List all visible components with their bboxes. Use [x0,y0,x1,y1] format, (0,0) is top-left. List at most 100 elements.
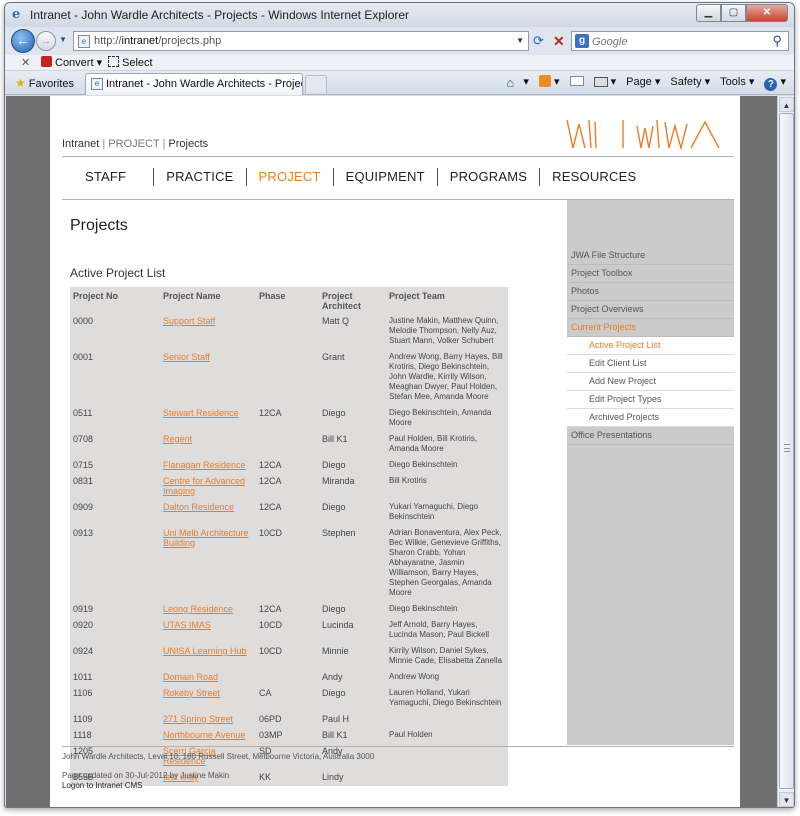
team-cell [386,770,508,786]
nav-item-practice[interactable]: PRACTICE [154,168,247,186]
tools-menu[interactable]: Tools ▾ [720,75,754,91]
maximize-button[interactable]: ▢ [721,4,746,22]
project-name-link[interactable]: Flanagan Residence [160,458,256,474]
select-button[interactable]: Select [108,56,153,69]
sidebar-item-current-projects[interactable]: Current Projects [567,319,734,337]
back-arrow-icon[interactable]: ← [11,29,35,53]
architect-cell: Bill K1 [322,730,348,740]
sidebar-item-archived-projects[interactable]: Archived Projects [567,409,734,427]
table-row: 0831 Centre for Advanced Imaging 12CA Miran… [70,474,508,500]
sidebar-item-jwa-file-structure[interactable]: JWA File Structure [567,247,734,265]
close-toolbar-icon[interactable]: ✕ [21,56,30,69]
project-name-link[interactable]: Leong Residence [160,602,256,618]
phase-cell: 12CA [259,408,282,418]
new-tab-button[interactable] [305,75,327,93]
project-name-link[interactable]: Uni Melb Architecture Building [160,526,256,602]
project-name-link[interactable]: Rokeby Street [160,686,256,712]
close-button[interactable]: ✕ [746,4,788,22]
help-icon: ? [764,78,778,91]
table-row: 0913 Uni Melb Architecture Building 10CD St… [70,526,508,602]
project-name-link[interactable]: 271 Spring Street [160,712,256,728]
nav-item-resources[interactable]: RESOURCES [540,168,648,186]
architect-cell: Minnie [322,646,349,656]
project-name-link[interactable]: UNISA Learning Hub [160,644,256,670]
project-name-link[interactable]: Northbourne Avenue [160,728,256,744]
project-no-cell: 0715 [73,460,94,470]
page-icon: e [78,35,90,48]
help-button[interactable]: ? ▾ [764,75,786,91]
nav-item-project[interactable]: PROJECT [247,168,334,186]
mail-button[interactable] [569,75,584,91]
page-menu[interactable]: Page ▾ [626,75,660,91]
sidebar-item-edit-project-types[interactable]: Edit Project Types [567,391,734,409]
scroll-thumb[interactable] [779,113,794,789]
team-cell: Justine Makin, Matthew Quinn, Melodie Th… [389,316,499,345]
tab-current[interactable]: e Intranet - John Wardle Architects - Pr… [85,73,303,95]
phase-cell: CA [259,688,272,698]
feeds-button[interactable]: ▾ [538,75,560,91]
nav-item-programs[interactable]: PROGRAMS [438,168,541,186]
select-icon [108,56,119,67]
page-icon: e [91,78,103,90]
safety-menu[interactable]: Safety ▾ [670,75,710,91]
convert-button[interactable]: Convert ▾ [41,56,102,69]
project-name-link[interactable]: Support Staff [160,314,256,350]
project-name-link[interactable]: Dalton Residence [160,500,256,526]
table-row: 0909 Dalton Residence 12CA Diego Yukari Yama… [70,500,508,526]
breadcrumb-home[interactable]: Intranet [62,138,99,150]
search-box[interactable]: g ⚲ [571,31,789,51]
sidebar-item-office-presentations[interactable]: Office Presentations [567,427,734,445]
project-no-cell: 0919 [73,604,94,614]
sidebar-item-active-project-list[interactable]: Active Project List [567,337,734,355]
url-text[interactable]: http://intranet/projects.php [94,35,221,47]
main-nav: STAFF PRACTICE PROJECT EQUIPMENT PROGRAM… [62,168,648,186]
url-dropdown-chevron-icon[interactable]: ▼ [516,36,524,45]
search-icon[interactable]: ⚲ [772,33,782,49]
vertical-scrollbar[interactable]: ▲ ▼ [777,96,794,807]
project-name-link[interactable]: Regent [160,432,256,458]
project-name-link[interactable]: Centre for Advanced Imaging [160,474,256,500]
search-input[interactable] [592,34,762,49]
sidebar-item-project-toolbox[interactable]: Project Toolbox [567,265,734,283]
footer-divider [62,746,734,747]
home-button[interactable]: ⌂ ▾ [506,75,529,91]
team-cell: Diego Bekinschtein [389,604,458,613]
project-no-cell: 1011 [73,672,93,682]
breadcrumb: Intranet | PROJECT | Projects [62,138,208,150]
table-row: 1118 Northbourne Avenue 03MP Bill K1 Paul Ho… [70,728,508,744]
table-row: 1109 271 Spring Street 06PD Paul H [70,712,508,728]
nav-item-equipment[interactable]: EQUIPMENT [334,168,438,186]
table-row: 0919 Leong Residence 12CA Diego Diego Bekins… [70,602,508,618]
recent-pages-chevron-icon[interactable]: ▼ [59,35,67,44]
sidebar-item-project-overviews[interactable]: Project Overviews [567,301,734,319]
favorites-bar: ★ Favorites e Intranet - John Wardle Arch… [5,71,794,95]
sidebar-item-add-new-project[interactable]: Add New Project [567,373,734,391]
nav-item-staff[interactable]: STAFF [62,168,155,186]
sidebar-item-edit-client-list[interactable]: Edit Client List [567,355,734,373]
print-button[interactable]: ▾ [593,75,616,91]
breadcrumb-section[interactable]: PROJECT [108,138,159,150]
cms-login-link[interactable]: Logon to Intranet CMS [62,781,143,790]
window-title: Intranet - John Wardle Architects - Proj… [30,8,410,22]
project-no-cell: 1109 [73,714,93,724]
links-toolbar: ✕ Convert ▾ Select [5,55,794,71]
url-field[interactable]: e http://intranet/projects.php ▼ [73,31,529,51]
team-cell: Paul Holden, Bill Krotiris, Amanda Moore [389,434,478,453]
refresh-icon[interactable]: ⟳ [533,33,549,49]
favorites-button[interactable]: ★ Favorites [15,76,74,90]
minimize-button[interactable]: ▁ [696,4,721,22]
team-cell: Adrian Bonaventura, Alex Peck, Bec Wilki… [389,528,502,597]
project-name-link[interactable]: Domain Road [160,670,256,686]
ie-icon: e [12,7,21,22]
address-bar: ← → ▼ e http://intranet/projects.php ▼ ⟳… [5,27,794,55]
project-name-link[interactable]: Senior Staff [160,350,256,406]
team-cell: Lauren Holland, Yukari Yamaguchi, Diego … [389,688,502,707]
stop-icon[interactable]: ✕ [553,33,569,49]
scroll-up-icon[interactable]: ▲ [779,97,794,112]
project-name-link[interactable]: Stewart Residence [160,406,256,432]
sidebar-item-photos[interactable]: Photos [567,283,734,301]
project-name-link[interactable]: UTAS IMAS [160,618,256,644]
forward-arrow-icon[interactable]: → [36,31,56,51]
scroll-down-icon[interactable]: ▼ [779,792,794,807]
team-cell: Jeff Arnold, Barry Hayes, Lucinda Mason,… [389,620,490,639]
